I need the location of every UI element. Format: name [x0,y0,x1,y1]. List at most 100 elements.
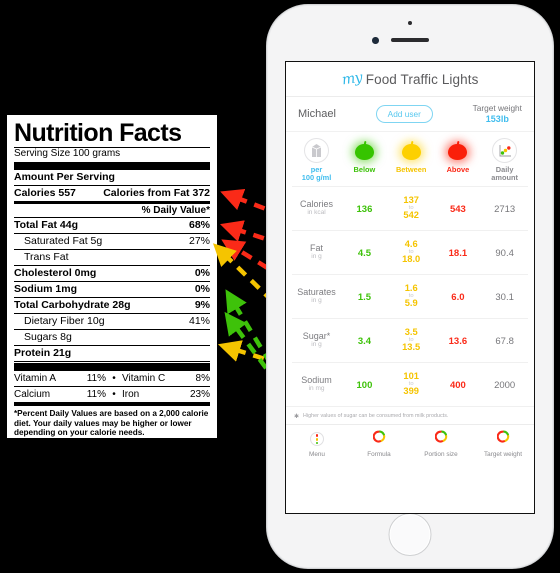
cell-above: 18.1 [435,243,482,261]
below-value: 136 [356,204,373,216]
nutrient-name: Sugars 8g [24,331,72,343]
daily-value: 2000 [494,380,516,392]
cell-above: 13.6 [435,331,482,349]
cell-below: 136 [341,199,388,217]
nutrient-name: Sodium 1mg [14,283,78,295]
cell-between: 1.6 to 5.9 [388,282,435,309]
table-row[interactable]: Calories in kcal 136 137 to 542 543 2713 [292,185,528,230]
row-label: Calories in kcal [292,199,341,217]
nutrition-title: Nutrition Facts [14,119,182,147]
camera-icon [372,37,379,44]
vitamin-value: 23% [189,389,210,400]
calories-row: Calories 557 Calories from Fat 372 [14,186,210,201]
calories-label: Calories 557 [14,187,76,199]
cell-above: 543 [435,199,482,217]
between-high: 13.5 [402,342,421,353]
vitamin-value: 11% [86,373,106,384]
nutrient-row: Protein 21g [14,346,210,361]
below-value: 100 [356,380,373,392]
divider [14,403,210,406]
column-per-label2: 100 g/ml [301,173,332,183]
cell-above: 6.0 [435,287,482,305]
my-logo: my [340,69,363,89]
cell-daily: 2713 [481,199,528,217]
table-row[interactable]: Sugar* in g 3.4 3.5 to 13.5 13.6 67.8 [292,317,528,362]
tab-label: Menu [309,450,325,458]
daily-value: 90.4 [495,248,514,260]
column-per: per 100 g/ml [292,137,341,183]
user-name: Michael [298,108,336,120]
calories-from-fat: Calories from Fat 372 [103,187,210,199]
target-weight-value: 153lb [485,114,509,124]
nutrient-unit: in kcal [307,209,326,217]
composite-figure: Nutrition Facts Serving Size 100 grams A… [0,0,560,573]
between-low: 4.6 [404,238,418,249]
nutrient-name: Saturates [297,287,336,298]
label-footnote: *Percent Daily Values are based on a 2,0… [14,409,209,438]
between-high: 5.9 [404,298,418,309]
tab-label: Portion size [424,450,458,458]
chart-icon [481,137,528,164]
nutrient-daily-value: 0% [194,267,210,279]
target-weight[interactable]: Target weight 153lb [473,103,522,125]
nutrient-row: Total Fat 44g 68% [14,218,210,233]
column-headers: per 100 g/ml Below Between Above Daily a… [286,132,534,186]
nutrient-daily-value: 9% [194,299,210,311]
cell-between: 101 to 399 [388,371,435,397]
bullet-separator: • [112,373,116,384]
daily-value-header: % Daily Value* [141,205,210,216]
vitamin-name: Vitamin A [14,373,57,384]
target-weight-label: Target weight [472,103,522,113]
nutrient-name: Sugar* [302,331,331,342]
tab-menu[interactable]: Menu [286,430,348,458]
tab-label: Target weight [483,450,522,458]
tab-portion-size[interactable]: Portion size [410,430,472,458]
table-row[interactable]: Saturates in g 1.5 1.6 to 5.9 6.0 30.1 [292,273,528,318]
nutrient-row: Total Carbohydrate 28g 9% [14,298,210,313]
between-high: 542 [403,210,419,221]
nutrient-name: Saturated Fat 5g [24,235,103,247]
nutrient-rows: Total Fat 44g 68% Saturated Fat 5g 27% Trans… [14,218,210,362]
nutrient-daily-value: 0% [194,283,210,295]
nutrient-row: Sugars 8g [14,330,210,345]
below-value: 4.5 [357,248,372,260]
cell-below: 100 [341,375,388,393]
home-button[interactable] [388,513,432,556]
tab-target-weight[interactable]: Target weight [472,430,534,458]
between-low: 137 [403,194,419,205]
vitamin-value: 8% [195,373,210,384]
add-user-button[interactable]: Add user [375,105,433,123]
table-row[interactable]: Sodium in mg 100 101 to 399 400 2000 [292,361,528,406]
cell-above: 400 [435,375,482,393]
column-below: Below [341,137,388,183]
speaker-grill [391,38,429,42]
cell-below: 3.4 [341,331,388,349]
divider [14,361,210,362]
amount-per-serving: Amount Per Serving [14,171,115,183]
user-bar: Michael Add user Target weight 153lb [286,97,534,132]
above-value: 13.6 [448,336,468,348]
nutrient-name: Total Carbohydrate 28g [14,299,131,311]
app-screen: my Food Traffic Lights Michael Add user … [285,61,535,514]
bottom-tab-bar: Menu Formula Portion size Target weight [286,423,534,458]
table-row[interactable]: Fat in g 4.5 4.6 to 18.0 18.1 90.4 [292,229,528,274]
tab-formula[interactable]: Formula [348,430,410,458]
cell-below: 4.5 [341,243,388,261]
nutrient-name: Total Fat 44g [14,219,78,231]
nutrient-name: Fat [310,243,324,254]
above-value: 18.1 [448,248,468,260]
nutrient-daily-value: 27% [188,235,210,247]
column-between-label: Between [395,165,427,174]
between-low: 1.6 [404,282,418,293]
ring-icon [496,430,510,448]
nutrient-name: Protein 21g [14,347,72,359]
between-low: 3.5 [404,326,418,337]
bullet-separator: • [112,389,116,400]
serving-size: Serving Size 100 grams [14,148,121,159]
cell-daily: 90.4 [481,243,528,261]
above-value: 400 [449,380,466,392]
nutrient-name: Cholesterol 0mg [14,267,97,279]
nutrient-name: Dietary Fiber 10g [24,315,105,327]
column-below-label: Below [353,165,376,174]
below-value: 3.4 [357,336,372,348]
